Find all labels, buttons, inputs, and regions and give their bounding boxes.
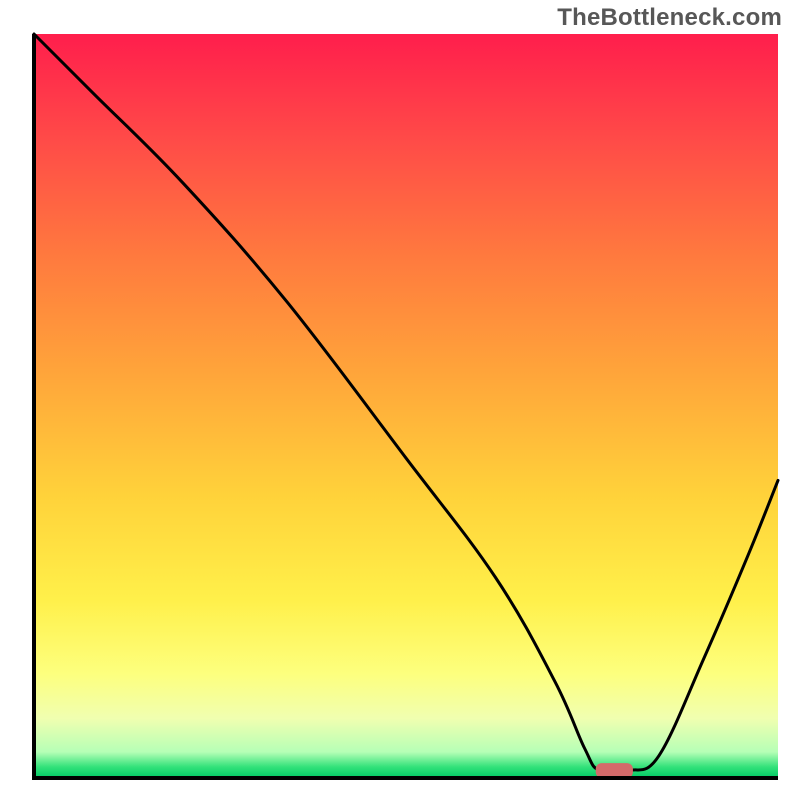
- chart-container: TheBottleneck.com: [0, 0, 800, 800]
- bottleneck-chart: [0, 0, 800, 800]
- plot-area: [34, 34, 778, 778]
- optimal-marker: [596, 763, 633, 778]
